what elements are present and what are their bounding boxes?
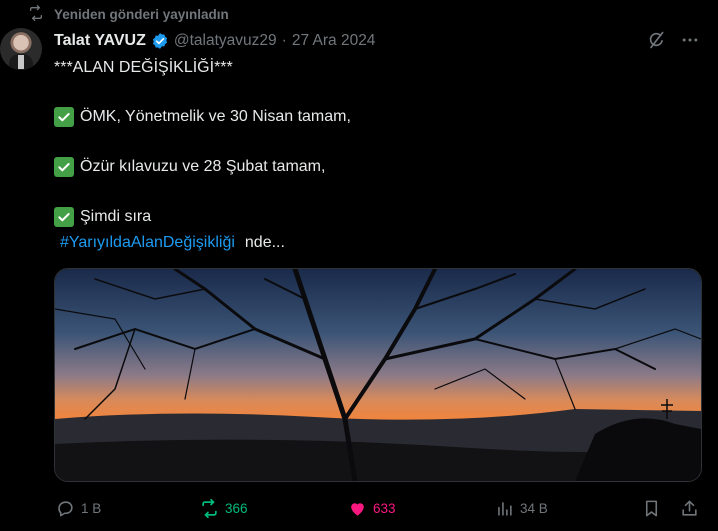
post-text-line-2: Özür kılavuzu ve 28 Şubat tamam, bbox=[80, 158, 326, 175]
repost-banner[interactable]: Yeniden gönderi yayınladın bbox=[28, 4, 229, 24]
separator-dot: · bbox=[281, 32, 287, 49]
views-count: 34 B bbox=[520, 500, 548, 516]
repost-count: 366 bbox=[225, 500, 248, 516]
bookmark-icon bbox=[642, 499, 661, 518]
reply-icon bbox=[56, 499, 75, 518]
post-line-1: ÖMK, Yönetmelik ve 30 Nisan tamam, bbox=[54, 107, 351, 127]
post-line-title: ***ALAN DEĞİŞİKLİĞİ*** bbox=[54, 58, 233, 78]
like-count: 633 bbox=[373, 500, 396, 516]
post-date[interactable]: 27 Ara 2024 bbox=[292, 32, 376, 50]
repost-icon bbox=[200, 498, 219, 518]
like-button[interactable]: 633 bbox=[348, 494, 396, 522]
avatar[interactable] bbox=[0, 28, 42, 70]
repost-button[interactable]: 366 bbox=[200, 494, 248, 522]
views-button[interactable]: 34 B bbox=[495, 494, 548, 522]
post-header-actions bbox=[646, 30, 700, 50]
repost-icon bbox=[28, 4, 44, 24]
post-text-line-3: Şimdi sıra bbox=[80, 208, 152, 225]
hashtag-link[interactable]: #YarıyıldaAlanDeğişikliği bbox=[60, 233, 235, 253]
post-line-2: Özür kılavuzu ve 28 Şubat tamam, bbox=[54, 157, 325, 177]
more-options-icon[interactable] bbox=[680, 30, 700, 50]
post-header: Talat YAVUZ @talatyavuz29 · 27 Ara 2024 bbox=[54, 30, 375, 52]
check-mark-icon bbox=[54, 157, 74, 177]
post-line-4: #YarıyıldaAlanDeğişikliği nde... bbox=[60, 233, 285, 253]
author-handle[interactable]: @talatyavuz29 bbox=[174, 32, 277, 50]
reply-count: 1 B bbox=[81, 500, 102, 516]
share-icon bbox=[680, 499, 699, 518]
grok-icon[interactable] bbox=[646, 30, 666, 50]
check-mark-icon bbox=[54, 207, 74, 227]
repost-banner-text: Yeniden gönderi yayınladın bbox=[54, 6, 229, 22]
verified-badge-icon[interactable] bbox=[151, 32, 169, 50]
post-media-image[interactable] bbox=[54, 268, 702, 482]
bookmark-button[interactable] bbox=[642, 494, 661, 522]
share-button[interactable] bbox=[680, 494, 699, 522]
post-line-3: Şimdi sıra bbox=[54, 207, 151, 227]
post-text-tail: nde... bbox=[244, 234, 285, 251]
post-text-line-1: ÖMK, Yönetmelik ve 30 Nisan tamam, bbox=[80, 108, 351, 125]
check-mark-icon bbox=[54, 107, 74, 127]
post-text-title: ***ALAN DEĞİŞİKLİĞİ*** bbox=[54, 59, 233, 76]
heart-icon bbox=[348, 499, 367, 518]
author-name[interactable]: Talat YAVUZ bbox=[54, 32, 146, 50]
views-chart-icon bbox=[495, 499, 514, 518]
post-actions: 1 B 366 633 34 B bbox=[54, 494, 700, 522]
avatar-shirt bbox=[18, 55, 24, 69]
reply-button[interactable]: 1 B bbox=[56, 494, 101, 522]
